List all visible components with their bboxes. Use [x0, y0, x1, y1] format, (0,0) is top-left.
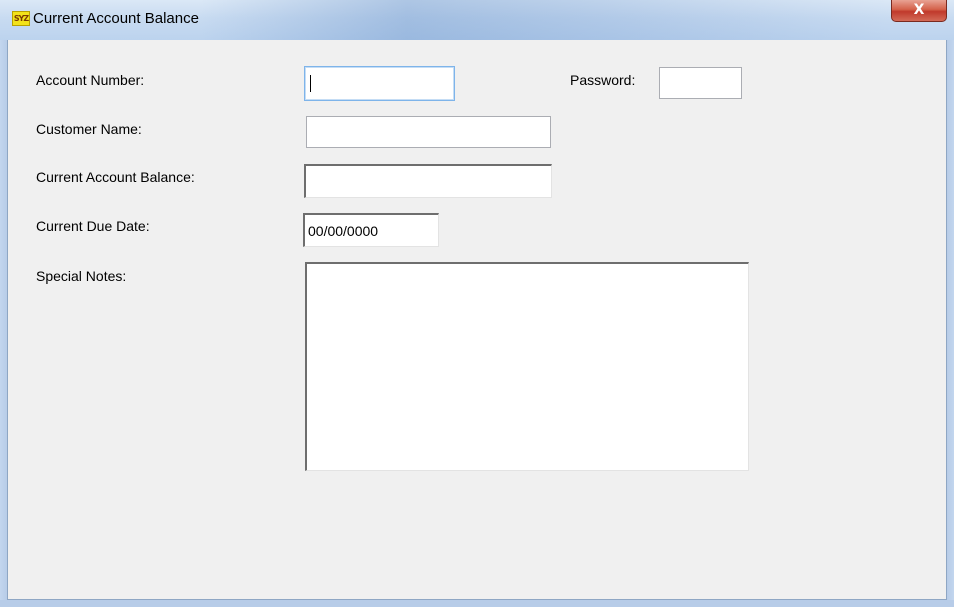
balance-input[interactable]	[304, 164, 552, 198]
customer-name-label: Customer Name:	[36, 121, 142, 137]
app-window: SYZ Current Account Balance X Account Nu…	[0, 0, 954, 607]
window-frame-bottom	[0, 600, 954, 607]
app-icon: SYZ	[12, 11, 30, 26]
account-number-label: Account Number:	[36, 72, 145, 88]
window-frame-left	[0, 40, 7, 607]
due-date-input[interactable]	[303, 213, 439, 247]
due-date-label: Current Due Date:	[36, 218, 150, 234]
password-input[interactable]	[659, 67, 742, 99]
text-caret	[310, 75, 311, 92]
special-notes-label: Special Notes:	[36, 268, 127, 284]
close-button[interactable]: X	[891, 0, 947, 22]
balance-label: Current Account Balance:	[36, 169, 195, 185]
window-title: Current Account Balance	[33, 10, 199, 27]
window-frame-right	[947, 40, 954, 607]
password-label: Password:	[570, 72, 636, 88]
special-notes-textarea[interactable]	[305, 262, 749, 471]
account-number-input[interactable]	[304, 66, 455, 101]
customer-name-input[interactable]	[306, 116, 551, 148]
title-bar[interactable]: SYZ Current Account Balance X	[0, 0, 954, 40]
